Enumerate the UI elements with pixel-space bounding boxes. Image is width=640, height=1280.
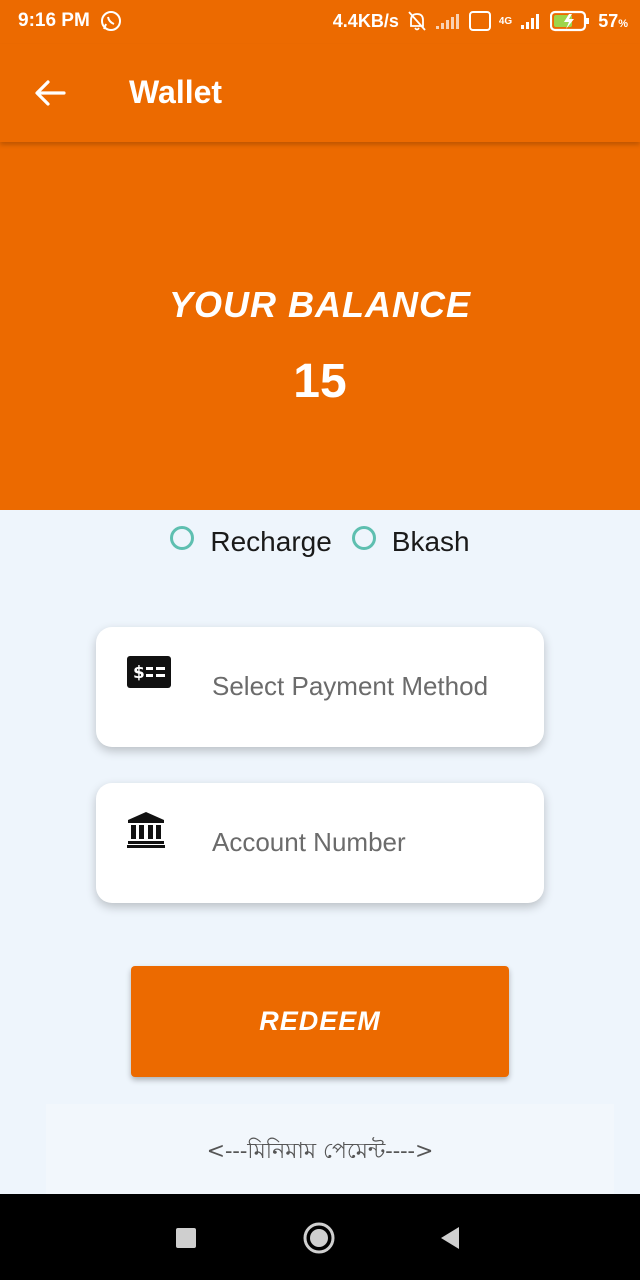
radio-circle-recharge[interactable] <box>170 526 195 550</box>
radio-bkash[interactable]: Bkash <box>351 526 470 558</box>
network-type: 4G <box>498 15 513 27</box>
whatsapp-icon <box>100 10 122 32</box>
volte-icon <box>468 11 491 31</box>
app-bar: Wallet <box>0 44 640 142</box>
balance-label: YOUR BALANCE <box>168 284 471 325</box>
redeem-button[interactable]: REDEEM <box>131 966 509 1077</box>
radio-circle-bkash[interactable] <box>351 526 376 550</box>
nav-back-button[interactable] <box>428 1216 472 1260</box>
svg-text:$: $ <box>133 663 145 683</box>
battery-charging-icon <box>550 10 590 32</box>
signal-4g-icon <box>520 12 542 30</box>
signal-icon <box>435 12 461 30</box>
balance-panel: YOUR BALANCE 15 <box>0 142 640 510</box>
payment-type-options: Recharge Bkash <box>0 526 640 558</box>
net-speed: 4.4KB/s <box>332 10 399 31</box>
recents-button[interactable] <box>164 1216 208 1260</box>
money-bill-icon: $ <box>126 655 172 694</box>
redeem-label: REDEEM <box>259 1006 381 1036</box>
status-bar: 9:16 PM 4.4KB/s 4G 57% <box>0 0 640 44</box>
battery-level: 57% <box>598 10 628 31</box>
account-number-field[interactable]: Account Number <box>96 783 544 903</box>
circle-icon <box>303 1222 335 1254</box>
status-right: 4.4KB/s 4G 57% <box>333 10 628 32</box>
radio-label-bkash: Bkash <box>391 526 470 557</box>
balance-value: 15 <box>293 355 347 408</box>
muted-bell-icon <box>407 10 427 32</box>
wallet-screen: 9:16 PM 4.4KB/s 4G 57% Wallet YOUR BALAN… <box>0 0 640 1280</box>
arrow-left-icon <box>35 80 66 106</box>
back-button[interactable] <box>22 68 78 118</box>
payment-method-field[interactable]: $ Select Payment Method <box>96 627 544 747</box>
page-title: Wallet <box>129 74 223 110</box>
status-left: 9:16 PM <box>18 10 122 32</box>
bank-icon <box>126 811 166 854</box>
triangle-back-icon <box>441 1227 459 1249</box>
square-icon <box>176 1228 196 1248</box>
status-time: 9:16 PM <box>18 10 90 31</box>
minimum-payment-note: <---মিনিমাম পেমেন্ট----> <box>206 1139 434 1164</box>
payment-method-placeholder: Select Payment Method <box>212 671 489 701</box>
home-button[interactable] <box>297 1216 341 1260</box>
radio-label-recharge: Recharge <box>210 526 332 557</box>
account-number-placeholder: Account Number <box>212 827 406 857</box>
navigation-bar <box>0 1194 640 1280</box>
radio-recharge[interactable]: Recharge <box>170 526 332 558</box>
